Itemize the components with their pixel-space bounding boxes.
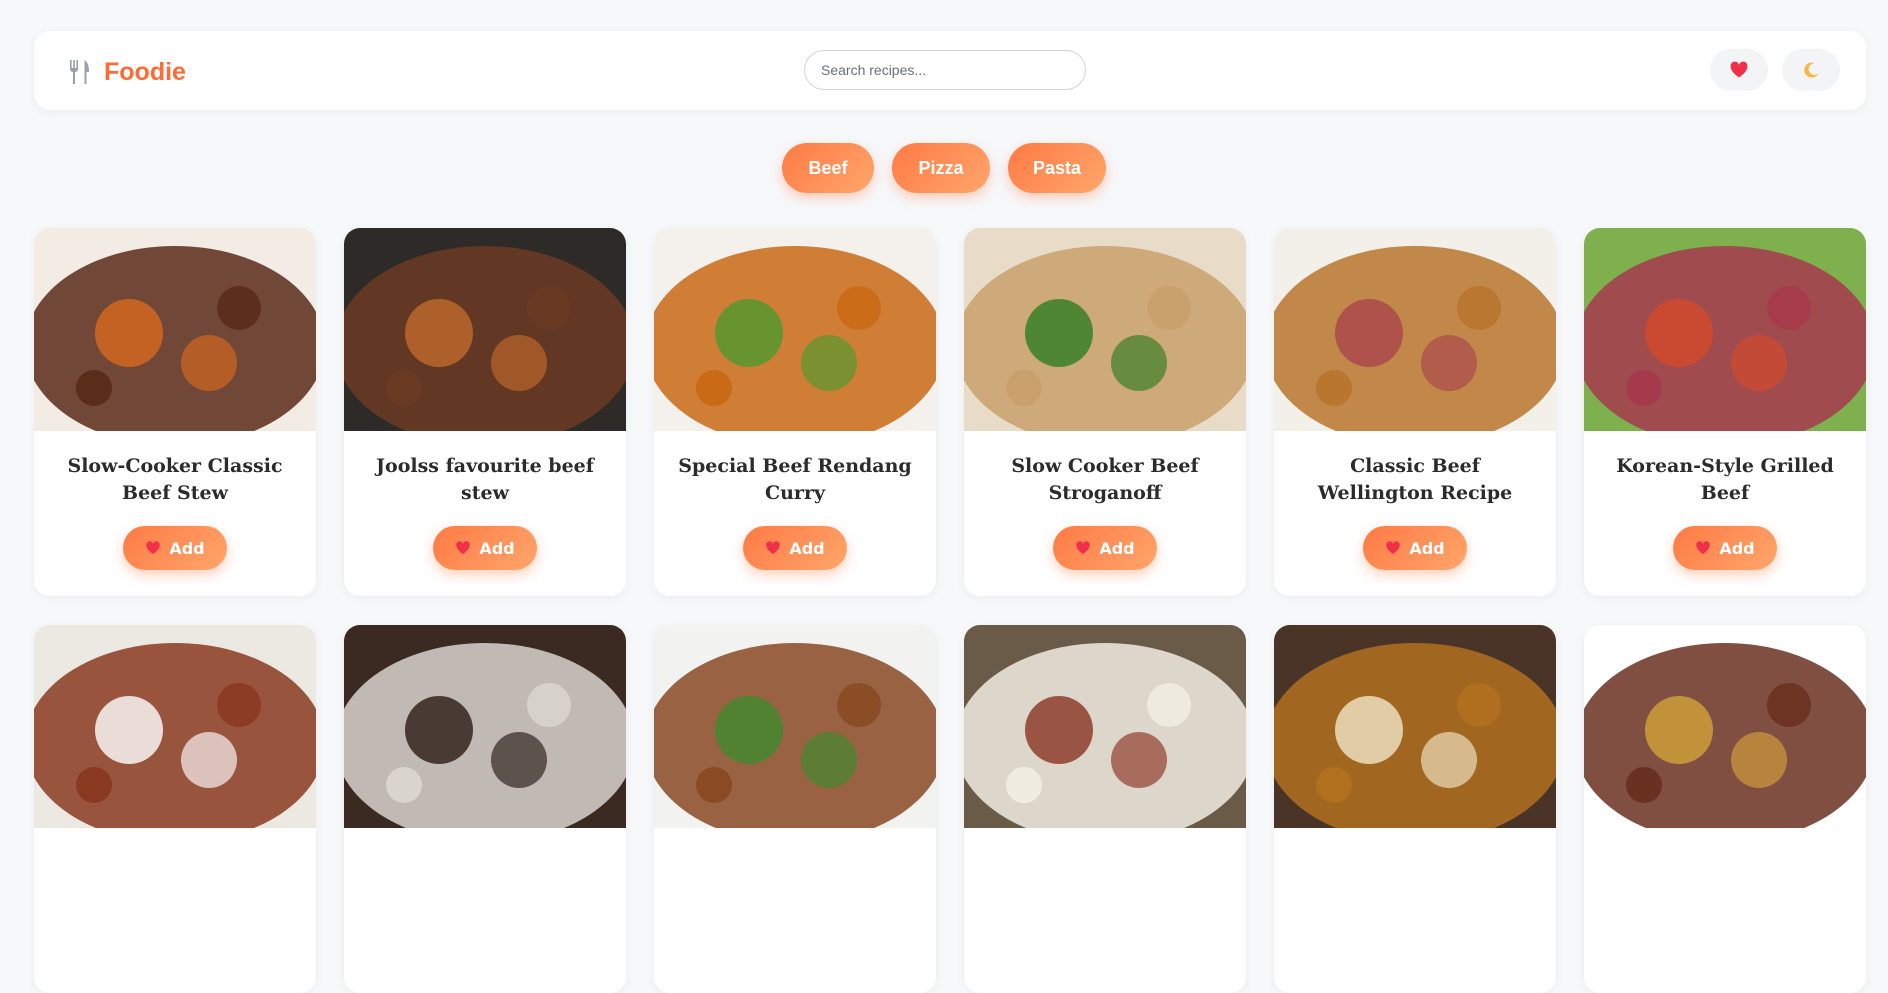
top-bar: Foodie [34,31,1866,110]
add-label: Add [789,538,825,558]
recipe-card[interactable] [1584,625,1866,993]
grilled-beef-image[interactable] [1584,228,1866,431]
recipe-card[interactable] [964,625,1246,993]
recipe-title: Korean-Style Grilled Beef [1616,455,1834,504]
add-label: Add [479,538,515,558]
cheesy-beef-image[interactable] [1274,625,1556,828]
add-favorite-button[interactable]: Add [1673,526,1777,570]
heart-icon [1076,541,1091,554]
bowl-stew-image[interactable] [34,625,316,828]
recipe-card[interactable]: Slow-Cooker Classic Beef Stew Add [34,228,316,596]
recipe-card[interactable]: Classic Beef Wellington Recipe Add [1274,228,1556,596]
heart-icon [1730,61,1748,78]
heart-icon [146,541,161,554]
recipe-card[interactable]: Joolss favourite beef stew Add [344,228,626,596]
stew-bowls-image[interactable] [344,625,626,828]
add-favorite-button[interactable]: Add [123,526,227,570]
beef-stew-pot-image[interactable] [344,228,626,431]
recipe-title: Slow Cooker Beef Stroganoff [1011,455,1199,504]
beef-noodles-image[interactable] [654,625,936,828]
dutch-oven-stew-image[interactable] [1584,625,1866,828]
recipe-card[interactable]: Slow Cooker Beef Stroganoff Add [964,228,1246,596]
search-input[interactable] [804,50,1086,90]
stroganoff-image[interactable] [964,228,1246,431]
heart-icon [766,541,781,554]
beef-bowl-image[interactable] [964,625,1246,828]
add-favorite-button[interactable]: Add [1363,526,1467,570]
recipe-title: Classic Beef Wellington Recipe [1317,455,1513,504]
category-filters: Beef Pizza Pasta [0,143,1888,193]
recipe-title: Special Beef Rendang Curry [678,455,912,504]
recipe-card[interactable] [344,625,626,993]
add-label: Add [1409,538,1445,558]
heart-icon [456,541,471,554]
recipe-title: Slow-Cooker Classic Beef Stew [67,455,283,504]
brand-name: Foodie [104,57,186,86]
recipe-grid: Slow-Cooker Classic Beef Stew Add Joolss f… [34,228,1866,993]
fork-knife-icon [70,60,89,84]
beef-stew-image[interactable] [34,228,316,431]
brand[interactable]: Foodie [68,57,186,87]
add-label: Add [1719,538,1755,558]
recipe-card[interactable]: Korean-Style Grilled Beef Add [1584,228,1866,596]
add-favorite-button[interactable]: Add [1053,526,1157,570]
moon-icon [1804,62,1819,78]
recipe-card[interactable] [1274,625,1556,993]
rendang-curry-image[interactable] [654,228,936,431]
category-chip-pasta[interactable]: Pasta [1008,143,1106,193]
heart-icon [1696,541,1711,554]
heart-icon [1386,541,1401,554]
category-chip-beef[interactable]: Beef [782,143,874,193]
beef-wellington-image[interactable] [1274,228,1556,431]
recipe-title: Joolss favourite beef stew [376,455,594,504]
category-chip-pizza[interactable]: Pizza [892,143,990,193]
recipe-card[interactable]: Special Beef Rendang Curry Add [654,228,936,596]
recipe-card[interactable] [654,625,936,993]
add-label: Add [169,538,205,558]
favorites-button[interactable] [1710,49,1768,91]
recipe-card[interactable] [34,625,316,993]
add-favorite-button[interactable]: Add [433,526,537,570]
add-label: Add [1099,538,1135,558]
theme-toggle-button[interactable] [1782,49,1840,91]
add-favorite-button[interactable]: Add [743,526,847,570]
